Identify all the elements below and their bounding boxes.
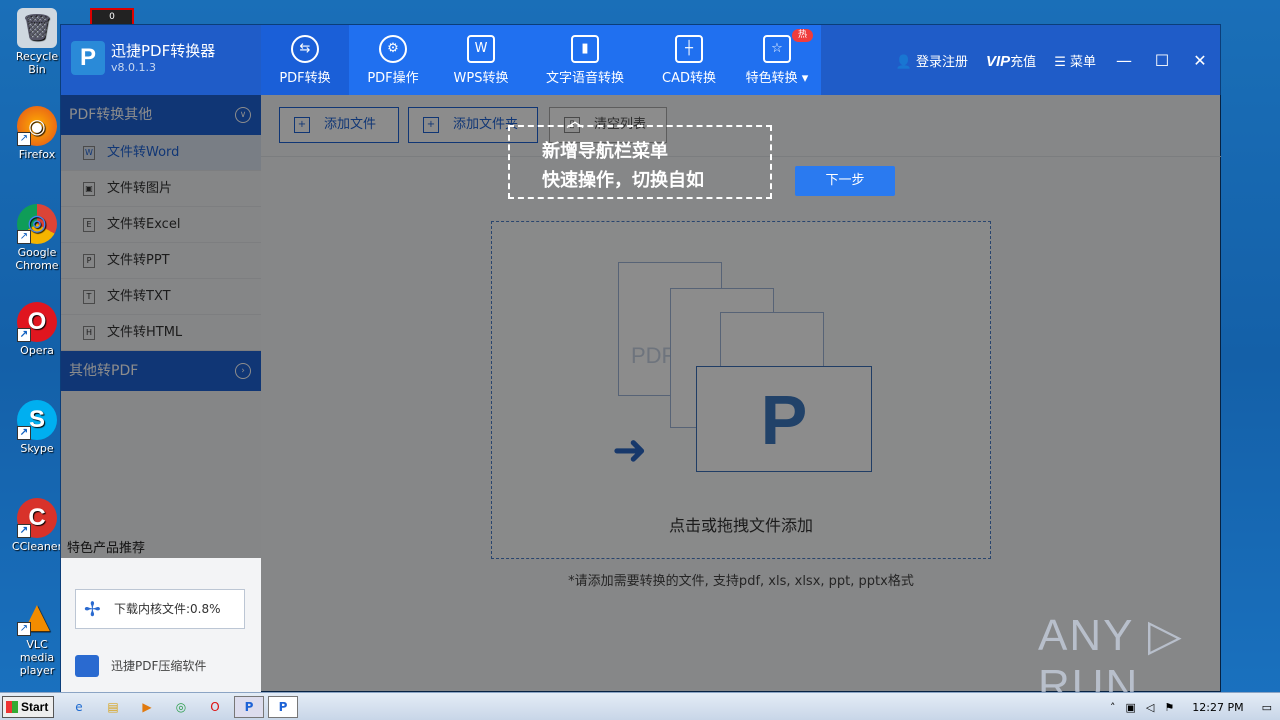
skype-icon: S ↗ [17,400,57,440]
desktop-icon-vlc[interactable]: ▲ ↗ VLC media player [8,596,66,677]
compress-app-icon [75,655,99,677]
desktop-icon-label: Opera [20,344,54,357]
user-icon: 👤 [895,54,912,70]
chrome-icon: ◎ ↗ [17,204,57,244]
volume-icon[interactable]: ◁ [1146,701,1154,714]
title-bar: P 迅捷PDF转换器 v8.0.1.3 ⇆ PDF转换 ⚙ PDF操作 W WP… [61,25,1220,95]
desktop-icon-recycle-bin[interactable]: 🗑 Recycle Bin [8,8,66,76]
desktop-icon-label: Firefox [18,148,56,161]
guide-line-1: 新增导航栏菜单 [542,141,668,162]
next-step-button[interactable]: 下一步 [795,166,895,196]
media-player-icon[interactable]: ▶ [136,697,158,717]
tab-label: PDF操作 [367,71,419,86]
sidebar-dim-overlay [61,95,261,558]
fan-icon: ✢ [84,597,101,621]
chrome-taskbar-icon[interactable]: ◎ [170,697,192,717]
title-actions: 👤 登录注册 VIP充值 ☰ 菜单 — ☐ ✕ [896,25,1210,95]
pdf-app-taskbar-button-active[interactable]: P [268,696,298,718]
download-progress: ✢ 下载内核文件:0.8% [75,589,245,629]
start-button[interactable]: Start [2,696,54,718]
download-text: 下载内核文件:0.8% [114,602,221,616]
app-logo: P [71,41,105,75]
desktop-icon-label: CCleaner [11,540,63,553]
flag-icon[interactable]: ⚑ [1164,701,1174,714]
hot-badge: 热 [791,29,813,42]
clock[interactable]: 12:27 PM [1184,701,1251,714]
cad-icon: ┼ [675,35,703,63]
close-button[interactable]: ✕ [1190,51,1210,70]
desktop-icon-label: VLC media player [19,638,55,677]
vip-button[interactable]: VIP充值 [986,51,1036,70]
desktop-icon-chrome[interactable]: ◎ ↗ Google Chrome [8,204,66,272]
windows-flag-icon [6,701,18,713]
vlc-icon: ▲ ↗ [17,596,57,636]
system-tray: ˄ ▣ ◁ ⚑ 12:27 PM ▭ [1102,693,1280,720]
desktop-icon-label: Skype [20,442,54,455]
wps-icon: W [467,35,495,63]
tray-expand-icon[interactable]: ˄ [1110,701,1116,714]
tab-label: CAD转换 [662,71,716,86]
tab-cad-convert[interactable]: ┼ CAD转换 [645,25,733,95]
app-version: v8.0.1.3 [111,61,156,74]
maximize-button[interactable]: ☐ [1152,51,1172,70]
tab-wps-convert[interactable]: W WPS转换 [437,25,525,95]
firefox-icon: ◉ ↗ [17,106,57,146]
tab-label: 特色转换 ▾ [745,71,809,86]
pdf-app-taskbar-button[interactable]: P [234,696,264,718]
opera-taskbar-icon[interactable]: O [204,697,226,717]
app-name: 迅捷PDF转换器 [111,42,216,60]
ie-icon[interactable]: e [68,697,90,717]
desktop-icon-ccleaner[interactable]: C ↗ CCleaner [8,498,66,553]
audio-wave-icon: ▮ [571,35,599,63]
tab-label: 文字语音转换 [545,71,624,86]
desktop-icon-skype[interactable]: S ↗ Skype [8,400,66,455]
desktop-icon-opera[interactable]: O ↗ Opera [8,302,66,357]
gear-icon: ⚙ [379,35,407,63]
hamburger-icon: ☰ [1054,54,1066,70]
desktop-icon-label: Google Chrome [15,246,59,272]
explorer-folder-icon[interactable]: ▤ [102,697,124,717]
desktop-icon-label: Recycle Bin [15,50,59,76]
guide-line-2: 快速操作，切换自如 [542,170,704,191]
minimize-button[interactable]: — [1114,51,1134,70]
tab-label: PDF转换 [279,71,331,86]
guide-tooltip: 新增导航栏菜单 快速操作，切换自如 [508,125,772,199]
recycle-bin-icon: 🗑 [17,8,57,48]
ccleaner-icon: C ↗ [17,498,57,538]
login-button[interactable]: 👤 登录注册 [896,51,968,70]
convert-icon: ⇆ [291,35,319,63]
menu-button[interactable]: ☰ 菜单 [1054,51,1096,70]
compress-label: 迅捷PDF压缩软件 [111,659,207,673]
tab-label: WPS转换 [453,71,509,86]
compress-app-link[interactable]: 迅捷PDF压缩软件 [75,655,206,677]
pdf-converter-window: P 迅捷PDF转换器 v8.0.1.3 ⇆ PDF转换 ⚙ PDF操作 W WP… [60,24,1221,692]
network-icon[interactable]: ▣ [1126,701,1136,714]
tab-special-convert[interactable]: 热 ☆ 特色转换 ▾ [733,25,821,95]
opera-icon: O ↗ [17,302,57,342]
show-desktop-icon[interactable]: ▭ [1262,701,1272,714]
taskbar: Start e ▤ ▶ ◎ O P P ˄ ▣ ◁ ⚑ 12:27 PM ▭ [0,692,1280,720]
tab-pdf-operate[interactable]: ⚙ PDF操作 [349,25,437,95]
star-icon: ☆ [763,35,791,63]
top-nav: ⇆ PDF转换 ⚙ PDF操作 W WPS转换 ▮ 文字语音转换 ┼ CAD转换… [261,25,821,95]
desktop-icon-firefox[interactable]: ◉ ↗ Firefox [8,106,66,161]
tab-pdf-convert[interactable]: ⇆ PDF转换 [261,25,349,95]
tab-text-speech[interactable]: ▮ 文字语音转换 [525,25,645,95]
